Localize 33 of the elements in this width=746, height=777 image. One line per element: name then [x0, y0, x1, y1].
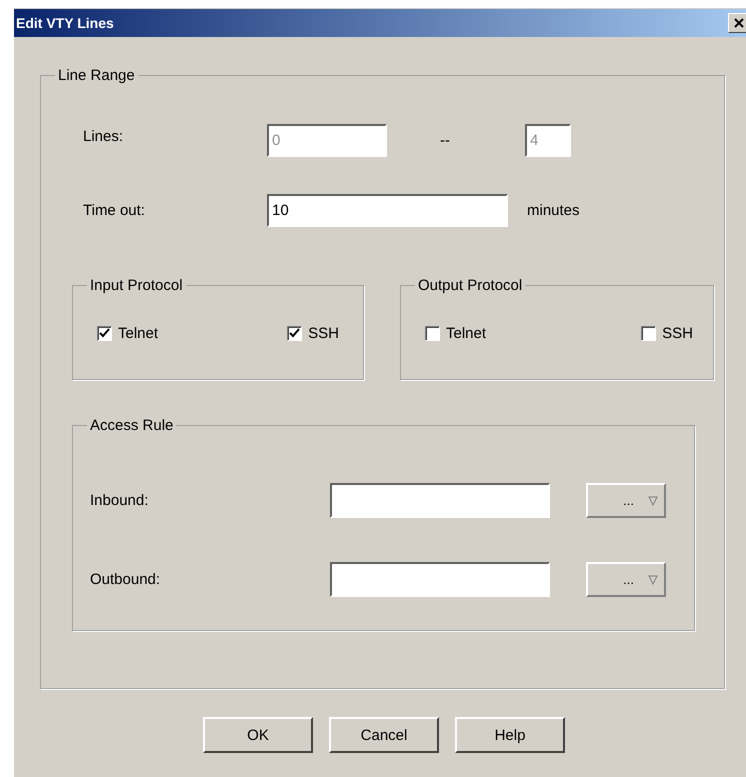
triangle-icon	[648, 574, 658, 584]
field-label: Inbound:	[90, 492, 150, 509]
dialog-button[interactable]: Help	[455, 717, 565, 753]
dialog-button[interactable]: Cancel	[329, 717, 439, 753]
group-title: Access Rule	[89, 417, 174, 434]
group-title: Output Protocol	[417, 277, 524, 294]
checkbox[interactable]	[425, 326, 440, 341]
field-label: Lines:	[83, 128, 124, 145]
unit-label: minutes	[527, 202, 580, 219]
dropdown-button[interactable]: ...	[586, 562, 666, 597]
input-field[interactable]	[330, 483, 550, 518]
checkbox[interactable]	[97, 326, 112, 341]
window-title: Edit VTY Lines	[16, 15, 114, 31]
dropdown-button[interactable]: ...	[586, 483, 666, 518]
check-icon	[289, 328, 300, 339]
checkbox-option[interactable]: Telnet	[425, 325, 486, 342]
checkbox[interactable]	[287, 326, 302, 341]
input-field[interactable]	[330, 562, 550, 597]
triangle-icon	[648, 496, 658, 506]
checkbox[interactable]	[641, 326, 656, 341]
close-button[interactable]	[728, 13, 746, 33]
group-title: Input Protocol	[89, 277, 184, 294]
check-icon	[99, 328, 110, 339]
dialog-button[interactable]: OK	[203, 717, 313, 753]
input-field[interactable]: 10	[267, 194, 508, 227]
group-title: Line Range	[57, 67, 136, 84]
checkbox-option[interactable]: Telnet	[97, 325, 158, 342]
checkbox-option[interactable]: SSH	[641, 325, 693, 342]
field-label: Time out:	[83, 202, 146, 219]
field-label: Outbound:	[90, 571, 162, 588]
checkbox-option[interactable]: SSH	[287, 325, 339, 342]
range-separator: --	[440, 132, 451, 149]
close-icon	[733, 17, 745, 29]
